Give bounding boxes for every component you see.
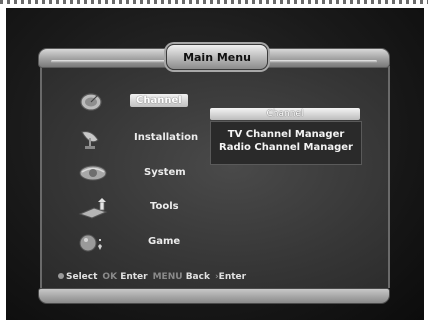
menu-item-label: Installation xyxy=(134,132,199,143)
ok-hint: OK Enter xyxy=(102,272,148,282)
tools-icon xyxy=(78,198,108,219)
submenu-header: Channel xyxy=(210,108,360,120)
game-icon xyxy=(79,234,102,252)
submenu-item-radio-channel-manager[interactable]: Radio Channel Manager xyxy=(211,141,361,154)
select-hint: Select xyxy=(58,272,97,282)
ok-key-label: OK xyxy=(102,272,118,282)
top-border xyxy=(0,0,428,4)
select-key-icon xyxy=(58,273,64,279)
arrow-hint: ›Enter xyxy=(214,272,247,282)
submenu-item-tv-channel-manager[interactable]: TV Channel Manager xyxy=(211,128,361,141)
menu-key-label: MENU xyxy=(152,272,183,282)
menu-item-label: System xyxy=(144,167,186,178)
menu-item-system[interactable]: System xyxy=(78,163,208,185)
menu-hint: MENU Back xyxy=(152,272,210,282)
menu-item-label: Tools xyxy=(150,201,179,212)
menu-item-label: Game xyxy=(148,236,181,247)
menu-item-label: Channel xyxy=(130,94,188,107)
globe-icon xyxy=(79,165,107,181)
menu-item-tools[interactable]: Tools xyxy=(78,198,208,220)
submenu-body: TV Channel Manager Radio Channel Manager xyxy=(210,121,362,165)
menu-item-installation[interactable]: Installation xyxy=(78,128,208,150)
menu-item-game[interactable]: Game xyxy=(78,232,208,254)
menu-frame-bottom xyxy=(38,288,390,304)
submenu-panel: Channel TV Channel Manager Radio Channel… xyxy=(210,108,362,165)
help-bar: Select OK Enter MENU Back ›Enter xyxy=(58,270,246,284)
menu-item-channel[interactable]: Channel xyxy=(78,92,208,114)
antenna-icon xyxy=(81,131,99,149)
page-title: Main Menu xyxy=(166,44,268,70)
satellite-dish-icon xyxy=(80,93,102,111)
